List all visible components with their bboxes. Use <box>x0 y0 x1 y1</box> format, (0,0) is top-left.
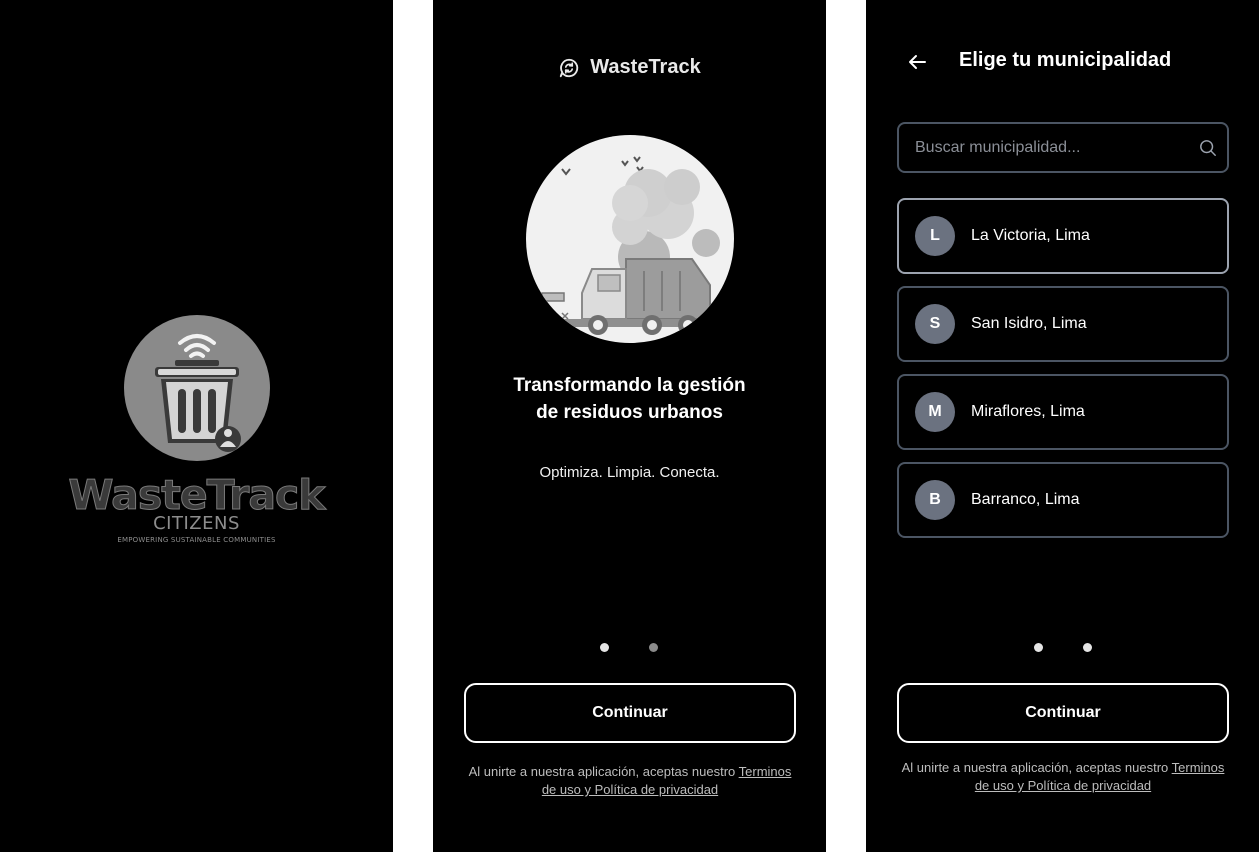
arrow-left-icon[interactable] <box>905 50 929 74</box>
onboarding-headline: Transformando la gestión de residuos urb… <box>473 372 786 426</box>
page-title: Elige tu municipalidad <box>959 49 1172 71</box>
onboarding-tagline: Optimiza. Limpia. Conecta. <box>539 464 720 481</box>
avatar: L <box>915 216 955 256</box>
recycle-chat-icon <box>560 58 579 77</box>
trash-can-logo-icon <box>124 315 270 461</box>
pagination-dot[interactable] <box>649 643 658 652</box>
search-input[interactable] <box>899 124 1227 171</box>
municipality-screen: Elige tu municipalidad L La Victoria, Li… <box>866 0 1259 852</box>
logo-title: WasteTrack <box>68 471 326 520</box>
brand-header: WasteTrack <box>433 56 826 79</box>
pagination-dots <box>1034 643 1092 652</box>
garbage-truck-illustration <box>526 135 734 343</box>
legal-prefix: Al unirte a nuestra aplicación, aceptas … <box>468 764 739 779</box>
municipality-name: La Victoria, Lima <box>971 227 1090 244</box>
legal-notice: Al unirte a nuestra aplicación, aceptas … <box>894 759 1232 795</box>
pagination-dots <box>600 643 658 652</box>
search-icon[interactable] <box>1199 139 1217 157</box>
continue-button[interactable]: Continuar <box>464 683 796 743</box>
legal-prefix: Al unirte a nuestra aplicación, aceptas … <box>901 760 1172 775</box>
municipality-name: Barranco, Lima <box>971 491 1080 508</box>
pagination-dot[interactable] <box>1034 643 1043 652</box>
pagination-dot[interactable] <box>1083 643 1092 652</box>
municipality-list: L La Victoria, Lima S San Isidro, Lima M… <box>897 198 1229 550</box>
pagination-dot[interactable] <box>600 643 609 652</box>
logo-subtitle: CITIZENS <box>153 513 240 534</box>
municipality-item[interactable]: M Miraflores, Lima <box>897 374 1229 450</box>
avatar: B <box>915 480 955 520</box>
avatar: S <box>915 304 955 344</box>
search-box <box>897 122 1229 173</box>
headline-line-1: Transformando la gestión <box>513 375 746 396</box>
app-logo: WasteTrack CITIZENS EMPOWERING SUSTAINAB… <box>0 315 393 555</box>
legal-notice: Al unirte a nuestra aplicación, aceptas … <box>461 763 799 799</box>
onboarding-screen: WasteTrack Transformando la gestión de r… <box>433 0 826 852</box>
avatar: M <box>915 392 955 432</box>
municipality-item[interactable]: S San Isidro, Lima <box>897 286 1229 362</box>
headline-line-2: de residuos urbanos <box>536 402 723 423</box>
logo-tagline: EMPOWERING SUSTAINABLE COMMUNITIES <box>117 536 276 544</box>
municipality-item[interactable]: B Barranco, Lima <box>897 462 1229 538</box>
splash-screen: WasteTrack CITIZENS EMPOWERING SUSTAINAB… <box>0 0 393 852</box>
municipality-item[interactable]: L La Victoria, Lima <box>897 198 1229 274</box>
municipality-name: Miraflores, Lima <box>971 403 1085 420</box>
brand-name: WasteTrack <box>590 56 701 78</box>
continue-button[interactable]: Continuar <box>897 683 1229 743</box>
municipality-name: San Isidro, Lima <box>971 315 1087 332</box>
